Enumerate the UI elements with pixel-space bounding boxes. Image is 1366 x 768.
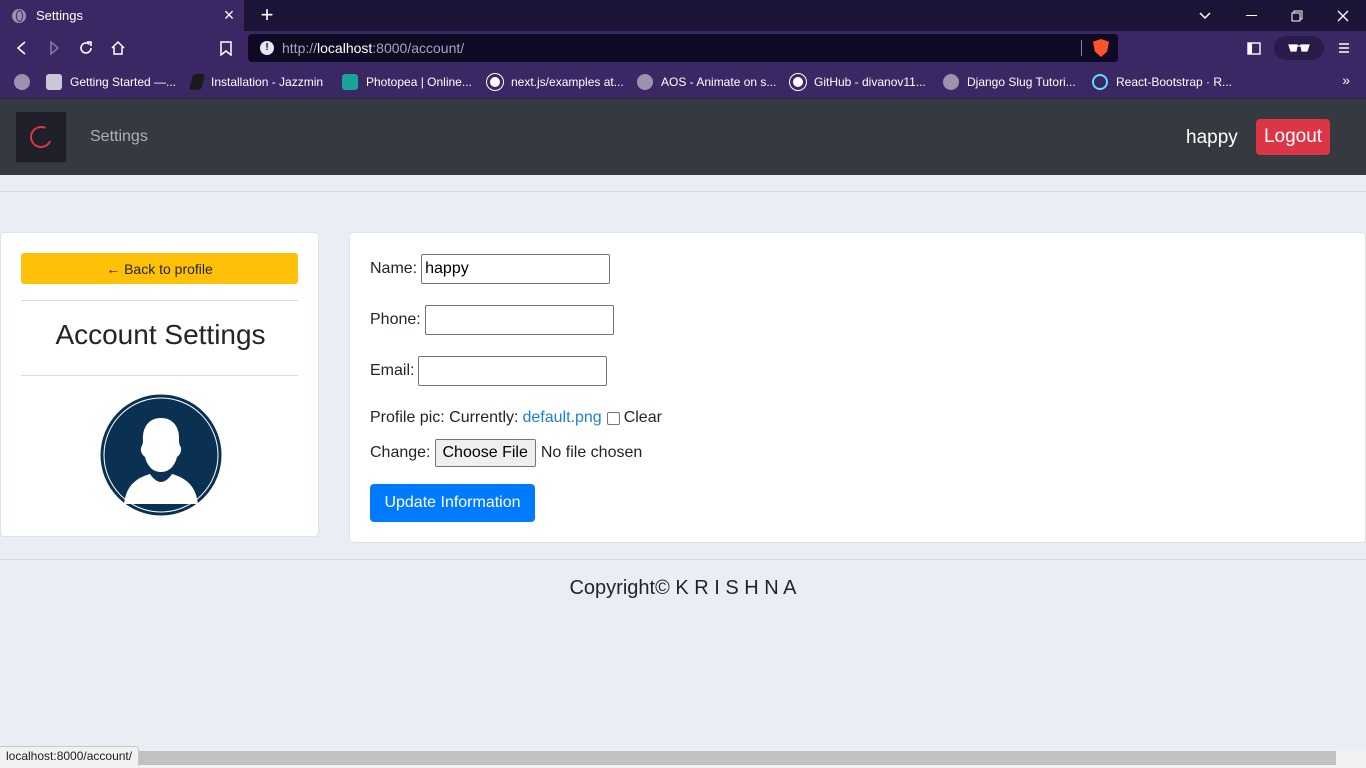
back-to-profile-button[interactable]: ← Back to profile: [21, 253, 298, 284]
url-scheme: http://: [282, 40, 318, 56]
divider: [21, 375, 298, 376]
react-icon: [1092, 74, 1108, 90]
menu-icon[interactable]: [1334, 36, 1354, 60]
url-host: localhost: [317, 40, 373, 56]
address-bar[interactable]: ! http://localhost:8000/account/: [248, 34, 1118, 62]
status-url: localhost:8000/account/: [0, 746, 140, 766]
bookmark-item[interactable]: GitHub - divanov11...: [790, 72, 926, 92]
name-row: Name:: [370, 254, 611, 284]
restore-button[interactable]: [1274, 0, 1320, 31]
account-settings-heading: Account Settings: [55, 319, 266, 350]
url-separator: [1081, 40, 1082, 56]
email-row: Email:: [370, 356, 608, 386]
back-arrow-icon[interactable]: [10, 36, 34, 60]
no-file-label: No file chosen: [540, 444, 643, 461]
forward-arrow-icon[interactable]: [42, 36, 66, 60]
home-icon[interactable]: [106, 36, 130, 60]
browser-tab-bar: Settings × +: [0, 0, 1366, 31]
bookmark-item[interactable]: React-Bootstrap · R...: [1092, 72, 1232, 92]
bookmark-label: GitHub - divanov11...: [814, 75, 926, 89]
bookmark-item[interactable]: AOS - Animate on s...: [637, 72, 776, 92]
github-icon: [487, 74, 503, 90]
change-pic-row: Change: Choose File No file chosen: [370, 439, 642, 467]
url-path: :8000/account/: [372, 40, 465, 56]
new-tab-button[interactable]: +: [256, 3, 278, 27]
bookmark-item[interactable]: Photopea | Online...: [342, 72, 472, 92]
logo-ring-icon: [26, 122, 56, 152]
book-icon: [46, 74, 62, 90]
bookmark-label: AOS - Animate on s...: [661, 75, 777, 89]
divider: [0, 191, 1366, 192]
reload-icon[interactable]: [74, 36, 98, 60]
profile-pic-row: Profile pic: Currently: default.png Clea…: [370, 409, 662, 427]
bookmark-label: Photopea | Online...: [366, 75, 472, 89]
divider: [0, 559, 1366, 560]
current-pic-link[interactable]: default.png: [523, 409, 602, 427]
bookmark-label: Django Slug Tutori...: [967, 75, 1076, 89]
bookmark-item[interactable]: Getting Started —...: [46, 72, 176, 92]
name-input[interactable]: [421, 254, 611, 284]
bookmark-item[interactable]: next.js/examples at...: [487, 72, 624, 92]
nav-title[interactable]: Settings: [90, 128, 148, 146]
name-label: Name:: [370, 260, 418, 277]
globe-icon[interactable]: [14, 72, 30, 92]
phone-input[interactable]: [424, 305, 614, 335]
horizontal-scrollbar-thumb[interactable]: [138, 751, 1336, 765]
account-form-card: Name: Phone: Email: Profile pic: Current…: [349, 232, 1366, 543]
sidebar-toggle-icon[interactable]: [1244, 36, 1264, 60]
photopea-icon: [342, 74, 358, 90]
change-label: Change:: [370, 444, 431, 461]
bookmark-item[interactable]: Installation - Jazzmin: [188, 72, 324, 92]
tab-title: Settings: [36, 8, 83, 23]
bookmark-label: React-Bootstrap · R...: [1116, 75, 1233, 89]
globe-icon: [12, 8, 26, 23]
email-label: Email:: [370, 362, 415, 379]
clear-label: Clear: [623, 409, 662, 426]
logout-button[interactable]: Logout: [1256, 119, 1330, 155]
footer-copyright: Copyright© K R I S H N A: [569, 577, 797, 599]
phone-label: Phone:: [370, 311, 421, 328]
globe-icon: [943, 74, 959, 90]
account-sidebar-card: ← Back to profile Account Settings: [0, 232, 319, 537]
avatar: [100, 394, 222, 516]
bookmark-label: next.js/examples at...: [511, 75, 624, 89]
site-logo[interactable]: [16, 112, 66, 162]
bookmark-item[interactable]: Django Slug Tutori...: [943, 72, 1076, 92]
browser-tab[interactable]: Settings ×: [0, 0, 244, 31]
vpn-glasses-icon[interactable]: [1274, 36, 1324, 60]
choose-file-button[interactable]: Choose File: [434, 439, 536, 467]
browser-toolbar: ! http://localhost:8000/account/: [0, 31, 1366, 65]
site-navbar: Settings happy Logout: [0, 99, 1366, 175]
minimize-button[interactable]: [1228, 0, 1274, 31]
more-bookmarks-icon[interactable]: »: [1342, 72, 1350, 88]
profile-pic-label: Profile pic: Currently:: [370, 409, 519, 426]
bookmark-label: Installation - Jazzmin: [211, 75, 324, 89]
github-icon: [790, 74, 806, 90]
clear-checkbox[interactable]: [606, 411, 620, 425]
update-information-button[interactable]: Update Information: [370, 484, 535, 522]
nav-username[interactable]: happy: [1186, 127, 1238, 149]
divider: [21, 300, 298, 301]
bookmarks-bar: Getting Started —... Installation - Jazz…: [0, 65, 1366, 99]
globe-icon: [637, 74, 653, 90]
bookmark-label: Getting Started —...: [70, 75, 177, 89]
phone-row: Phone:: [370, 305, 614, 335]
email-input[interactable]: [418, 356, 608, 386]
brave-shields-icon[interactable]: [1093, 39, 1109, 57]
bookmark-icon[interactable]: [214, 36, 238, 60]
jazzmin-icon: [188, 74, 206, 90]
close-tab-icon[interactable]: ×: [220, 6, 238, 24]
close-window-button[interactable]: [1320, 0, 1366, 31]
site-info-icon[interactable]: !: [260, 41, 274, 55]
tab-search-chevron-icon[interactable]: [1182, 0, 1228, 31]
